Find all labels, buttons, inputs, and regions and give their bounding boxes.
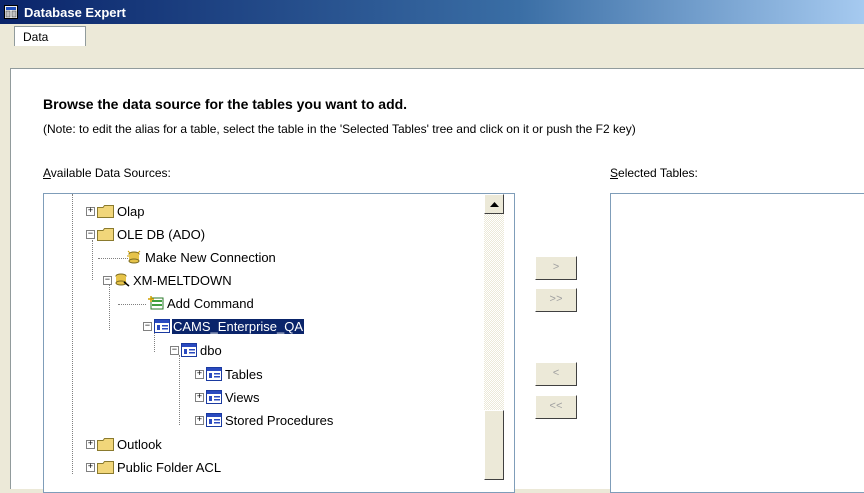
collapse-icon[interactable]: − (143, 321, 152, 331)
tree-line (179, 355, 181, 425)
database-icon (154, 319, 170, 333)
tree-item-public-folder-acl[interactable]: + Public Folder ACL (86, 458, 222, 476)
add-command-icon (148, 296, 164, 310)
folder-icon (97, 204, 114, 218)
collapse-icon[interactable]: − (170, 345, 179, 355)
expand-icon[interactable]: + (86, 462, 95, 472)
views-icon (206, 390, 222, 404)
collapse-icon[interactable]: − (86, 229, 95, 239)
folder-icon (97, 227, 114, 241)
database-server-icon (115, 273, 130, 287)
add-button[interactable]: > (535, 256, 577, 280)
database-expert-icon (4, 5, 18, 19)
tree-line (154, 332, 156, 352)
window-title: Database Expert (24, 4, 126, 20)
tree-item-olap[interactable]: + Olap (86, 202, 145, 220)
tree-line (98, 258, 128, 260)
selected-tables-label: Selected Tables: (610, 166, 698, 180)
tab-strip (0, 24, 864, 68)
tree-item-make-new-connection[interactable]: Make New Connection (126, 248, 277, 266)
scroll-up-button[interactable] (484, 194, 504, 214)
tree-item-add-command[interactable]: Add Command (148, 294, 255, 312)
tree-line (109, 285, 111, 330)
add-all-button[interactable]: >> (535, 288, 577, 312)
stored-procedures-icon (206, 413, 222, 427)
instructions-heading: Browse the data source for the tables yo… (43, 96, 408, 112)
title-bar[interactable]: Database Expert (0, 0, 864, 24)
tree-item-outlook[interactable]: + Outlook (86, 435, 163, 453)
remove-all-button[interactable]: << (535, 395, 577, 419)
tree-item-ole-db-ado[interactable]: − OLE DB (ADO) (86, 225, 206, 243)
selected-tables-tree[interactable] (610, 193, 864, 493)
tree-item-views[interactable]: + Views (195, 388, 260, 406)
scroll-thumb[interactable] (484, 410, 504, 480)
tree-item-tables[interactable]: + Tables (195, 365, 264, 383)
remove-button[interactable]: < (535, 362, 577, 386)
tree-item-xm-meltdown[interactable]: − XM-MELTDOWN (103, 271, 233, 289)
tables-icon (206, 367, 222, 381)
tree-line (118, 304, 146, 306)
tree-line (72, 194, 74, 474)
tree-item-cams-enterprise-qa[interactable]: − CAMS_Enterprise_QA (143, 317, 306, 335)
collapse-icon[interactable]: − (103, 275, 112, 285)
expand-icon[interactable]: + (86, 439, 95, 449)
tab-data[interactable]: Data (14, 26, 86, 46)
new-connection-icon (127, 250, 141, 264)
expand-icon[interactable]: + (195, 415, 204, 425)
available-data-sources-label: Available Data Sources: (43, 166, 171, 180)
expand-icon[interactable]: + (195, 392, 204, 402)
alias-note: (Note: to edit the alias for a table, se… (43, 122, 636, 136)
tree-item-stored-procedures[interactable]: + Stored Procedures (195, 411, 334, 429)
arrow-up-icon (489, 201, 499, 207)
expand-icon[interactable]: + (195, 369, 204, 379)
tree-item-dbo[interactable]: − dbo (170, 341, 223, 359)
schema-icon (181, 343, 197, 357)
folder-icon (97, 437, 114, 451)
tree-line (92, 240, 94, 280)
expand-icon[interactable]: + (86, 206, 95, 216)
